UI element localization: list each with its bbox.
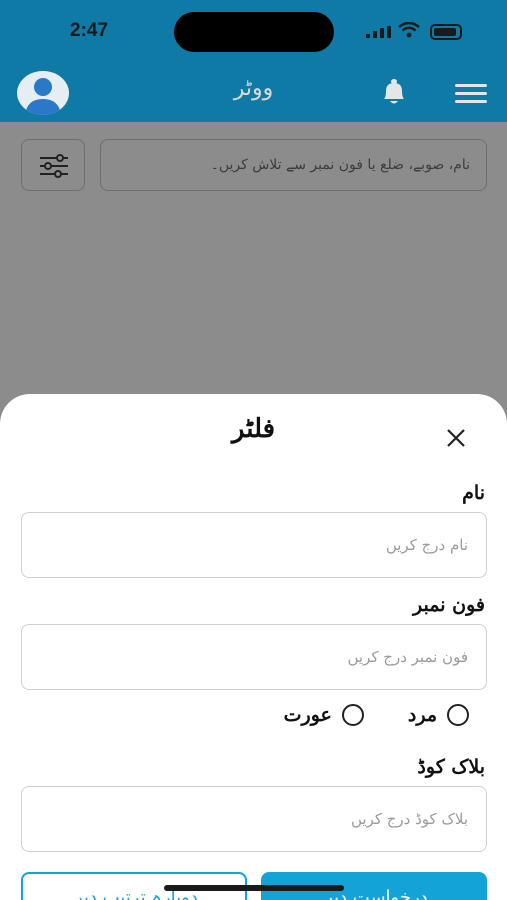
gender-label-male: مرد xyxy=(407,704,437,726)
hamburger-menu-icon[interactable] xyxy=(455,82,487,104)
sheet-title: فلٹر xyxy=(231,414,276,444)
phone-label: فون نمبر xyxy=(413,594,485,616)
status-time: 2:47 xyxy=(70,20,109,41)
search-box xyxy=(100,139,487,191)
bell-icon[interactable] xyxy=(378,78,410,106)
home-indicator xyxy=(164,885,344,891)
dynamic-island xyxy=(174,12,334,52)
battery-icon xyxy=(430,24,462,40)
radio-female[interactable] xyxy=(341,704,364,726)
phone-field-container xyxy=(21,624,487,690)
gender-radio-group: مرد عورت xyxy=(284,704,469,726)
radio-male[interactable] xyxy=(447,704,469,726)
filter-button[interactable] xyxy=(21,139,85,191)
block-code-label: بلاک کوڈ xyxy=(417,756,485,778)
block-code-input[interactable] xyxy=(40,810,468,828)
search-input[interactable] xyxy=(117,157,470,173)
name-field-container xyxy=(21,512,487,578)
gender-label-female: عورت xyxy=(283,704,332,726)
page-title: ووٹر xyxy=(233,76,274,101)
phone-input[interactable] xyxy=(40,648,468,666)
sliders-icon xyxy=(40,154,68,178)
app-header: 2:47 ووٹر xyxy=(0,0,507,122)
block-code-field-container xyxy=(21,786,487,852)
name-input[interactable] xyxy=(40,536,468,554)
cellular-signal-icon xyxy=(366,26,391,38)
filter-sheet: فلٹر نام فون نمبر مرد عورت بلاک کوڈ دوبا… xyxy=(0,394,507,900)
close-icon[interactable] xyxy=(442,424,470,452)
wifi-icon xyxy=(398,22,420,38)
name-label: نام xyxy=(462,482,485,504)
